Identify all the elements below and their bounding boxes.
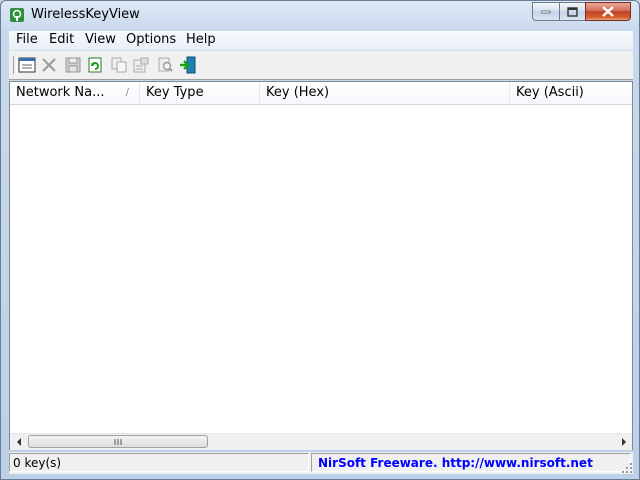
find-button[interactable] — [155, 55, 175, 75]
properties-button[interactable] — [131, 55, 151, 75]
sort-ascending-icon: / — [125, 87, 129, 98]
close-icon — [602, 6, 614, 17]
save-icon — [65, 57, 81, 73]
delete-icon — [42, 58, 56, 72]
html-report-icon — [18, 57, 36, 73]
column-key-type[interactable]: Key Type — [140, 82, 260, 104]
column-key-hex[interactable]: Key (Hex) — [260, 82, 510, 104]
scroll-left-button[interactable] — [10, 434, 27, 450]
grip-icon — [114, 438, 122, 445]
find-icon — [158, 57, 173, 72]
copy-icon — [111, 57, 127, 73]
keys-list[interactable]: Network Na... / Key Type Key (Hex) Key (… — [9, 81, 633, 450]
properties-icon — [133, 57, 149, 73]
title-bar[interactable]: WirelessKeyView — [1, 1, 639, 29]
menu-view[interactable]: View — [85, 32, 116, 47]
copy-button[interactable] — [109, 55, 129, 75]
horizontal-scrollbar[interactable] — [10, 433, 632, 450]
minimize-button[interactable] — [532, 2, 560, 21]
resize-grip-icon[interactable] — [621, 462, 633, 474]
column-key-ascii[interactable]: Key (Ascii) — [510, 82, 632, 104]
scroll-right-button[interactable] — [615, 434, 632, 450]
column-network-name[interactable]: Network Na... / — [10, 82, 140, 104]
delete-button[interactable] — [39, 55, 59, 75]
maximize-icon — [567, 6, 578, 17]
menu-bar: File Edit View Options Help — [9, 31, 633, 51]
nirsoft-link[interactable]: NirSoft Freeware. http://www.nirsoft.net — [311, 453, 631, 472]
wireless-key-app-icon[interactable] — [9, 7, 25, 23]
maximize-button[interactable] — [559, 2, 586, 21]
status-key-count: 0 key(s) — [9, 453, 309, 472]
column-label: Key Type — [146, 85, 204, 100]
toolbar — [9, 51, 633, 80]
window-title: WirelessKeyView — [31, 7, 140, 22]
menu-file[interactable]: File — [16, 32, 38, 47]
menu-edit[interactable]: Edit — [49, 32, 74, 47]
refresh-icon — [88, 57, 102, 73]
list-header: Network Na... / Key Type Key (Hex) Key (… — [10, 82, 632, 105]
chevron-left-icon — [16, 438, 21, 446]
menu-options[interactable]: Options — [126, 32, 176, 47]
chevron-right-icon — [621, 438, 626, 446]
refresh-button[interactable] — [85, 55, 105, 75]
exit-button[interactable] — [178, 55, 198, 75]
column-label: Key (Ascii) — [516, 85, 584, 100]
status-bar: 0 key(s) NirSoft Freeware. http://www.ni… — [9, 452, 633, 474]
column-label: Network Na... — [16, 85, 105, 100]
exit-icon — [180, 56, 196, 74]
menu-help[interactable]: Help — [186, 32, 216, 47]
scroll-thumb[interactable] — [28, 435, 208, 448]
close-button[interactable] — [585, 2, 631, 21]
minimize-icon — [541, 10, 551, 13]
save-button[interactable] — [63, 55, 83, 75]
app-window: WirelessKeyView File Edit View Options H… — [0, 0, 640, 480]
html-report-button[interactable] — [17, 55, 37, 75]
column-label: Key (Hex) — [266, 85, 330, 100]
